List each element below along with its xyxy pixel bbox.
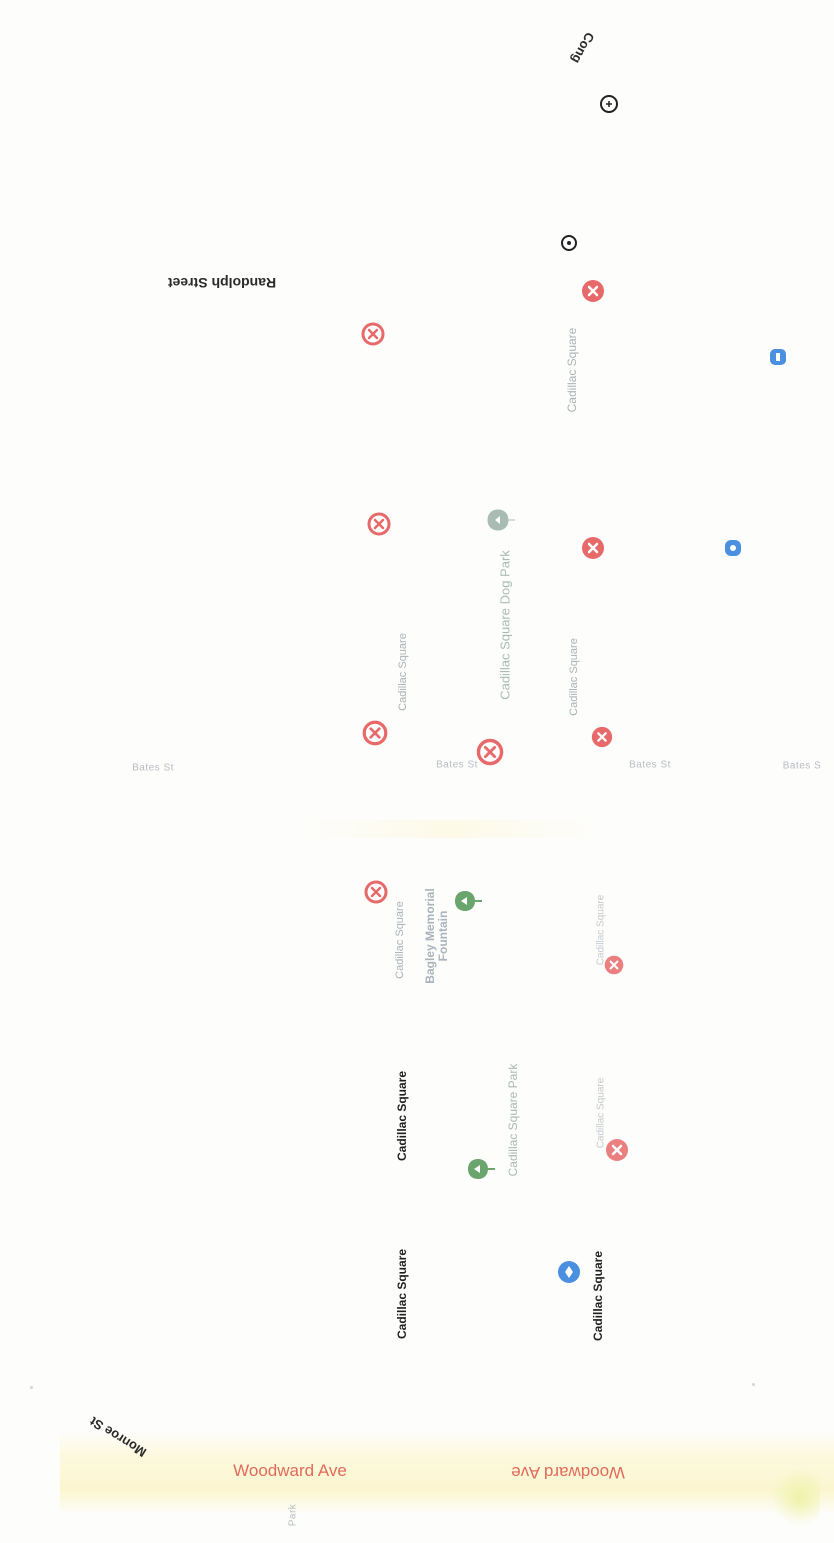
place-label-cadillac-square-4: Cadillac Square <box>394 901 406 979</box>
bus-stop-icon[interactable] <box>580 535 606 561</box>
street-label-bates-1: Bates St <box>132 762 174 774</box>
park-pin-icon[interactable] <box>486 508 516 532</box>
street-label-woodward-flipped: Woodward Ave <box>511 1463 625 1482</box>
info-icon[interactable] <box>723 538 743 558</box>
info-icon[interactable] <box>768 347 788 367</box>
bus-stop-icon[interactable] <box>580 278 606 304</box>
street-label-randolph: Randolph Street <box>167 275 277 291</box>
place-label-dog-park: Cadillac Square Dog Park <box>497 550 513 700</box>
street-label-park: Park <box>287 1503 299 1527</box>
bus-stop-icon[interactable] <box>361 719 389 747</box>
street-label-woodward: Woodward Ave <box>233 1461 347 1480</box>
place-label-cadillac-square-3: Cadillac Square <box>568 638 580 716</box>
corner-highlight <box>770 1470 820 1525</box>
info-icon[interactable] <box>557 1260 581 1284</box>
street-label-bates-2: Bates St <box>436 759 478 771</box>
location-marker-icon[interactable] <box>559 233 579 253</box>
map-canvas[interactable]: Randolph Street Woodward Ave Woodward Av… <box>0 0 834 1543</box>
bus-stop-icon[interactable] <box>604 1137 630 1163</box>
place-label-cadillac-square-2: Cadillac Square <box>397 633 409 711</box>
park-pin-icon[interactable] <box>453 889 483 913</box>
bus-stop-icon[interactable] <box>366 511 392 537</box>
bus-stop-icon[interactable] <box>603 954 625 976</box>
bus-stop-icon[interactable] <box>360 321 386 347</box>
place-label-cadillac-square-park: Cadillac Square Park <box>506 1063 520 1177</box>
street-label-bates-3: Bates St <box>629 759 671 771</box>
map-tick <box>752 1383 755 1386</box>
bates-road-band <box>300 820 600 838</box>
street-label-congress: Cong <box>568 29 598 67</box>
place-label-cadillac-square-1: Cadillac Square <box>565 327 579 413</box>
map-tick <box>30 1386 33 1389</box>
place-label-cadillac-square-8: Cadillac Square <box>395 1248 409 1340</box>
place-label-fountain: Bagley Memorial Fountain <box>423 888 450 984</box>
bus-stop-icon[interactable] <box>475 737 505 767</box>
location-marker-icon[interactable] <box>598 93 620 115</box>
woodward-road-band <box>60 1430 834 1515</box>
place-label-cadillac-square-9: Cadillac Square <box>591 1250 605 1342</box>
bus-stop-icon[interactable] <box>363 879 389 905</box>
bus-stop-icon[interactable] <box>590 725 614 749</box>
street-label-bates-4: Bates S <box>782 760 822 772</box>
place-label-cadillac-square-7: Cadillac Square <box>395 1070 409 1162</box>
park-pin-icon[interactable] <box>466 1157 496 1181</box>
